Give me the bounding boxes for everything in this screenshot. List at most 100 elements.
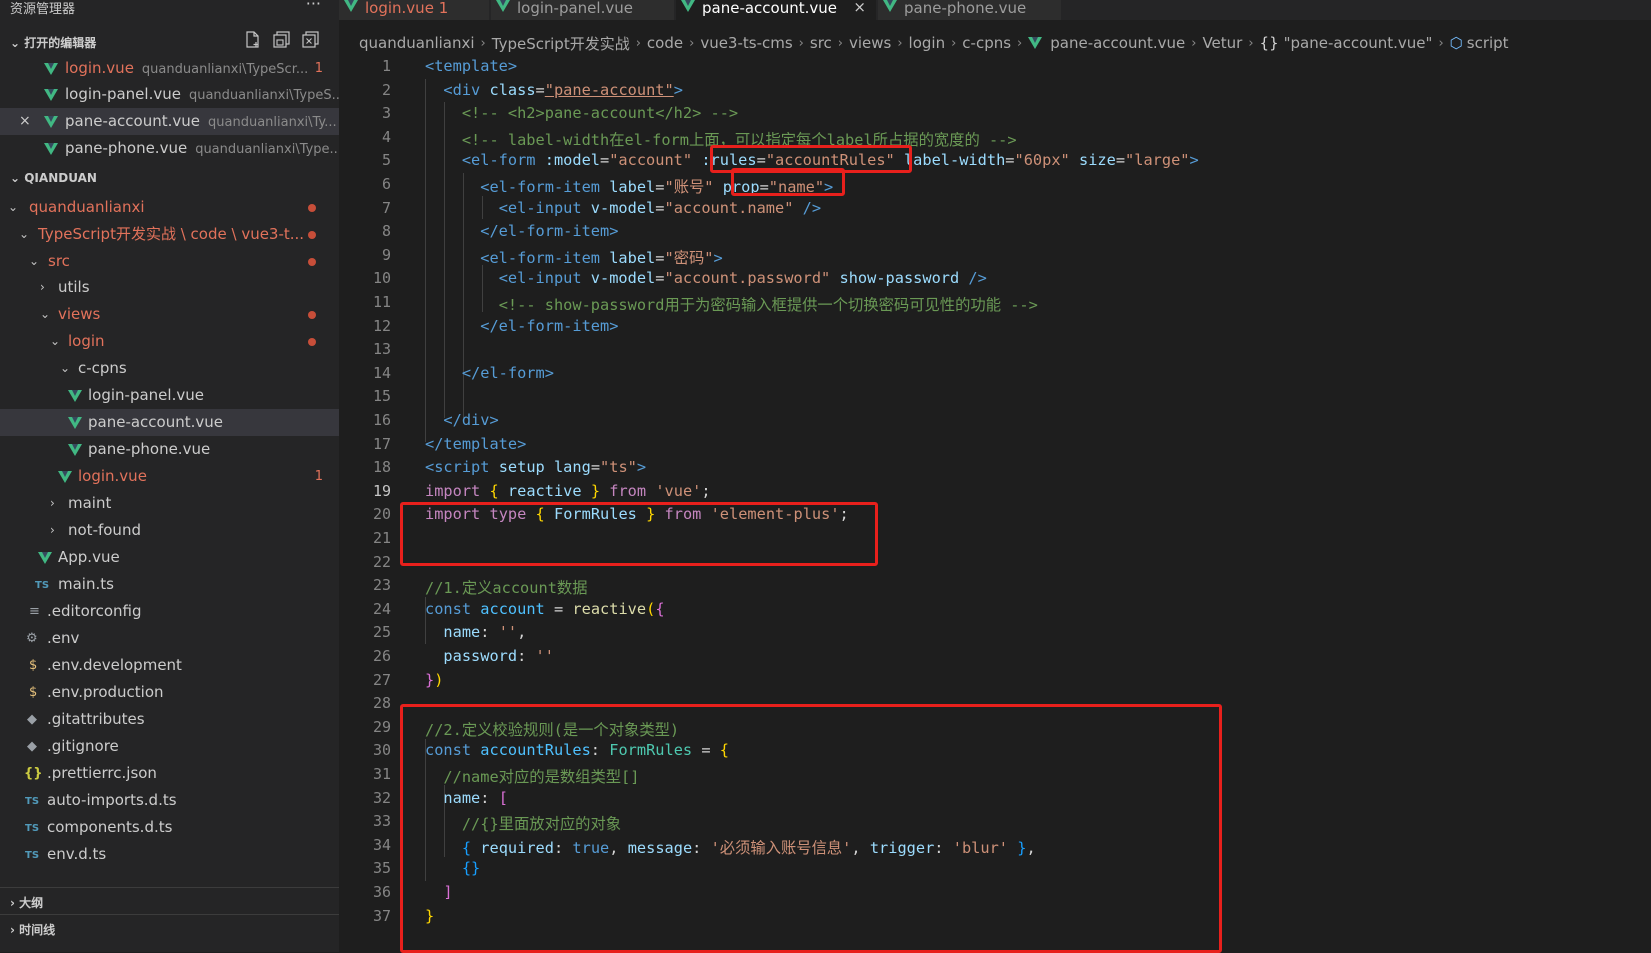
git-diamond-icon: ◆ <box>27 712 37 727</box>
tree-login-panel-file[interactable]: login-panel.vue <box>0 382 339 409</box>
tree-app-vue-file[interactable]: App.vue <box>0 544 339 571</box>
tree-editorconfig-file[interactable]: ≡ .editorconfig <box>0 598 339 625</box>
code-line: 12 </el-form-item> <box>372 316 619 335</box>
timeline-label: › 时间线 <box>10 923 56 937</box>
tree-views-folder[interactable]: ⌄ views <box>0 301 339 328</box>
breadcrumb-item[interactable]: code <box>647 34 683 52</box>
code-line: 1 <template> <box>381 57 518 75</box>
vue-file-icon <box>883 0 897 12</box>
tree-project-folder[interactable]: ⌄ TypeScript开发实战 \ code \ vue3-t... <box>0 221 339 248</box>
code-line: 11 <!-- show-password用于为密码输入框提供一个切换密码可见性… <box>372 293 1038 314</box>
explorer-title: 资源管理器 <box>10 2 76 17</box>
close-all-icon[interactable] <box>302 31 319 48</box>
tree-gitignore-file[interactable]: ◆ .gitignore <box>0 733 339 760</box>
braces-icon: {} <box>1259 34 1279 52</box>
tab-pane-account-vue[interactable]: pane-account.vue × <box>676 0 876 20</box>
vue-file-icon <box>344 0 358 12</box>
tree-env-production-file[interactable]: $ .env.production <box>0 679 339 706</box>
code-line: 16 </div> <box>372 411 499 429</box>
tree-env-development-file[interactable]: $ .env.development <box>0 652 339 679</box>
breadcrumb-item[interactable]: quanduanlianxi <box>359 34 475 52</box>
vue-file-icon <box>68 390 82 402</box>
open-editor-login-panel[interactable]: login-panel.vue quanduanlianxi\TypeS... <box>0 81 339 108</box>
close-icon[interactable]: × <box>853 0 866 15</box>
close-icon[interactable]: × <box>19 108 31 135</box>
tab-pane-phone-vue[interactable]: pane-phone.vue <box>878 0 1061 20</box>
tree-pane-phone-file[interactable]: pane-phone.vue <box>0 436 339 463</box>
code-line: 18 <script setup lang="ts"> <box>372 458 647 477</box>
breadcrumb-item[interactable]: pane-account.vue <box>1050 34 1185 52</box>
tree-auto-imports-file[interactable]: TS auto-imports.d.ts <box>0 787 339 814</box>
vue-file-icon <box>44 143 58 155</box>
json-braces-icon: {} <box>24 766 43 781</box>
tree-ccpns-folder[interactable]: ⌄ c-cpns <box>0 355 339 382</box>
outline-label: › 大纲 <box>10 896 44 910</box>
breadcrumb-item[interactable]: login <box>909 34 946 52</box>
more-actions-icon[interactable]: ··· <box>306 0 321 13</box>
code-line: 25 name: '', <box>372 623 527 642</box>
breadcrumb-item[interactable]: script <box>1467 34 1509 52</box>
ts-file-icon: TS <box>35 580 50 591</box>
highlight-import-formrules <box>400 502 878 566</box>
vue-file-icon <box>68 417 82 429</box>
code-line: 2 <div class="pane-account"> <box>381 80 683 99</box>
dollar-icon: $ <box>29 685 38 700</box>
new-untitled-file-icon[interactable] <box>244 31 261 48</box>
code-line: 27}) <box>372 670 444 689</box>
breadcrumb-item[interactable]: Vetur <box>1202 34 1242 52</box>
ts-file-icon: TS <box>25 850 40 861</box>
tree-not-found-folder[interactable]: › not-found <box>0 517 339 544</box>
tree-prettierrc-file[interactable]: {} .prettierrc.json <box>0 760 339 787</box>
tree-env-file[interactable]: ⚙ .env <box>0 625 339 652</box>
tree-utils-folder[interactable]: › utils <box>0 274 339 301</box>
breadcrumb-item[interactable]: src <box>810 34 832 52</box>
tree-components-file[interactable]: TS components.d.ts <box>0 814 339 841</box>
code-line: 23//1.定义account数据 <box>372 576 588 598</box>
vue-file-icon <box>44 63 58 75</box>
ts-file-icon: TS <box>25 796 40 807</box>
workspace-section[interactable]: ⌄ QIANDUAN <box>0 165 339 192</box>
tree-src-folder[interactable]: ⌄ src <box>0 248 339 275</box>
code-line: 26 password: '' <box>372 647 554 665</box>
ts-file-icon: TS <box>25 823 40 834</box>
cube-icon: ⬡ <box>1449 34 1463 52</box>
open-editor-login-vue[interactable]: login.vue quanduanlianxi\TypeScr... 1 <box>0 55 339 82</box>
highlight-account-rules <box>400 704 1222 953</box>
tree-pane-account-file[interactable]: pane-account.vue <box>0 409 339 436</box>
breadcrumb-item[interactable]: c-cpns <box>962 34 1011 52</box>
open-editor-pane-account[interactable]: × pane-account.vue quanduanlianxi\Ty... <box>0 108 339 135</box>
code-line: 3 <!-- <h2>pane-account</h2> --> <box>381 104 739 123</box>
gear-icon: ⚙ <box>26 631 38 646</box>
lines-file-icon: ≡ <box>29 604 40 619</box>
breadcrumb-item[interactable]: vue3-ts-cms <box>700 34 792 52</box>
tree-login-vue-file[interactable]: login.vue 1 <box>0 463 339 490</box>
tree-root-folder[interactable]: ⌄ quanduanlianxi <box>0 194 339 221</box>
code-line: 24 const account = reactive({ <box>372 599 665 618</box>
code-line: 13 <box>372 340 391 359</box>
vue-file-icon <box>68 444 82 456</box>
git-diamond-icon: ◆ <box>27 739 37 754</box>
tree-env-dts-file[interactable]: TS env.d.ts <box>0 841 339 868</box>
code-line: 15 <box>372 387 391 406</box>
timeline-section[interactable]: › 时间线 <box>0 914 339 942</box>
highlight-prop-attr <box>731 168 845 196</box>
workspace-label: ⌄ QIANDUAN <box>10 171 97 185</box>
outline-section[interactable]: › 大纲 <box>0 887 339 915</box>
code-line: 9 <el-form-item label="密码"> <box>381 245 723 267</box>
save-all-icon[interactable] <box>273 31 290 48</box>
vue-file-icon <box>1028 37 1043 49</box>
tree-gitattributes-file[interactable]: ◆ .gitattributes <box>0 706 339 733</box>
breadcrumb-item[interactable]: views <box>849 34 891 52</box>
open-editors-section[interactable]: ⌄ 打开的编辑器 <box>0 28 339 55</box>
breadcrumb-item[interactable]: "pane-account.vue" <box>1284 34 1433 52</box>
tree-main-ts-file[interactable]: TS main.ts <box>0 571 339 598</box>
tab-login-vue[interactable]: login.vue 1 <box>339 0 489 20</box>
tree-maint-folder[interactable]: › maint <box>0 490 339 517</box>
tab-login-panel-vue[interactable]: login-panel.vue <box>491 0 674 20</box>
vue-file-icon <box>44 89 58 101</box>
tree-login-folder[interactable]: ⌄ login <box>0 328 339 355</box>
explorer-sidebar: 资源管理器 ··· ⌄ 打开的编辑器 login.vue quanduanlian… <box>0 0 339 952</box>
code-line: 6 <el-form-item label="账号" prop="name"> <box>381 175 834 196</box>
open-editor-pane-phone[interactable]: pane-phone.vue quanduanlianxi\Type... <box>0 135 339 162</box>
breadcrumb-item[interactable]: TypeScript开发实战 <box>492 33 630 54</box>
